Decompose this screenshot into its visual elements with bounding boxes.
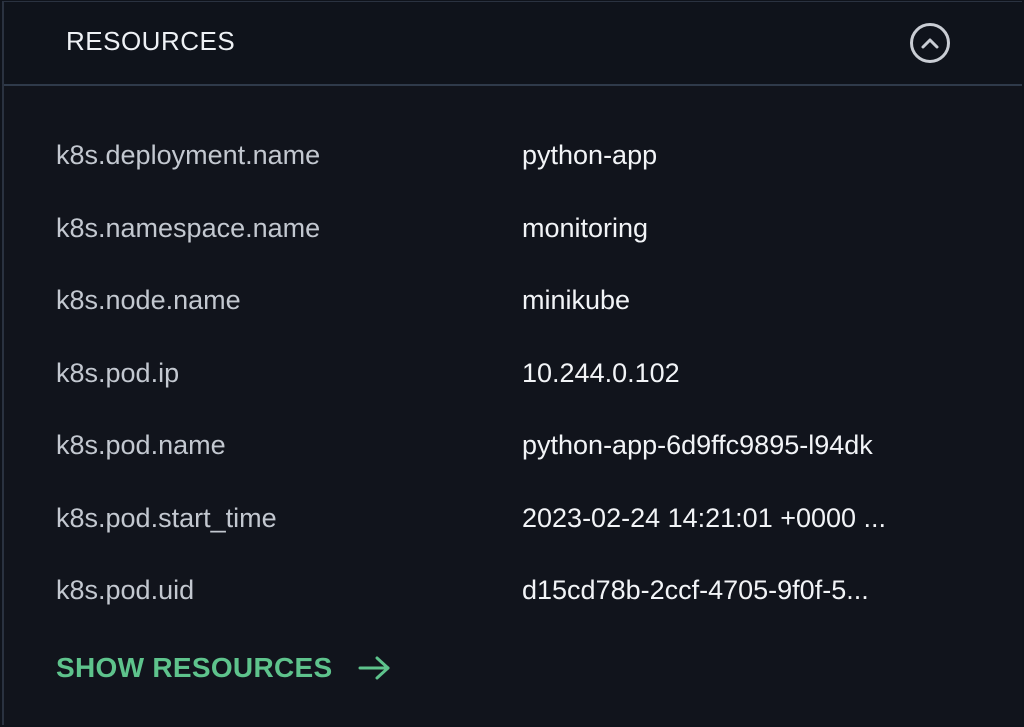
resource-row: k8s.pod.ip 10.244.0.102	[56, 338, 982, 411]
resource-value: 10.244.0.102	[522, 357, 680, 388]
resource-key: k8s.pod.ip	[56, 357, 180, 388]
chevron-up-icon	[921, 38, 939, 49]
resource-list: k8s.deployment.name python-app k8s.names…	[56, 120, 982, 628]
resource-key: k8s.node.name	[56, 285, 241, 315]
resources-header: RESOURCES	[4, 2, 1022, 86]
resource-key: k8s.namespace.name	[56, 212, 321, 243]
resource-row: k8s.pod.name python-app-6d9ffc9895-l94dk	[56, 410, 982, 483]
arrow-right-icon	[358, 655, 392, 681]
resource-value: monitoring	[522, 212, 649, 243]
resource-key: k8s.pod.name	[56, 430, 226, 460]
resources-panel: RESOURCES k8s.deployment.name python-app…	[2, 1, 1022, 725]
resource-key: k8s.deployment.name	[56, 140, 321, 170]
resource-row: k8s.namespace.name monitoring	[56, 193, 982, 266]
section-title: RESOURCES	[66, 26, 236, 56]
resource-value: 2023-02-24 14:21:01 +0000 ...	[522, 502, 887, 533]
resource-key: k8s.pod.uid	[56, 575, 195, 605]
resource-row: k8s.node.name minikube	[56, 265, 982, 338]
collapse-button[interactable]	[910, 23, 950, 63]
resource-value: python-app	[522, 140, 658, 170]
resource-value: minikube	[522, 285, 631, 315]
show-resources-link[interactable]: SHOW RESOURCES	[56, 652, 392, 684]
resource-value: d15cd78b-2ccf-4705-9f0f-5...	[522, 575, 869, 605]
resource-row: k8s.pod.start_time 2023-02-24 14:21:01 +…	[56, 483, 982, 556]
resource-key: k8s.pod.start_time	[56, 502, 277, 533]
show-resources-label: SHOW RESOURCES	[56, 652, 333, 683]
resource-value: python-app-6d9ffc9895-l94dk	[522, 430, 873, 460]
resource-row: k8s.pod.uid d15cd78b-2ccf-4705-9f0f-5...	[56, 555, 982, 628]
resource-row: k8s.deployment.name python-app	[56, 120, 982, 193]
